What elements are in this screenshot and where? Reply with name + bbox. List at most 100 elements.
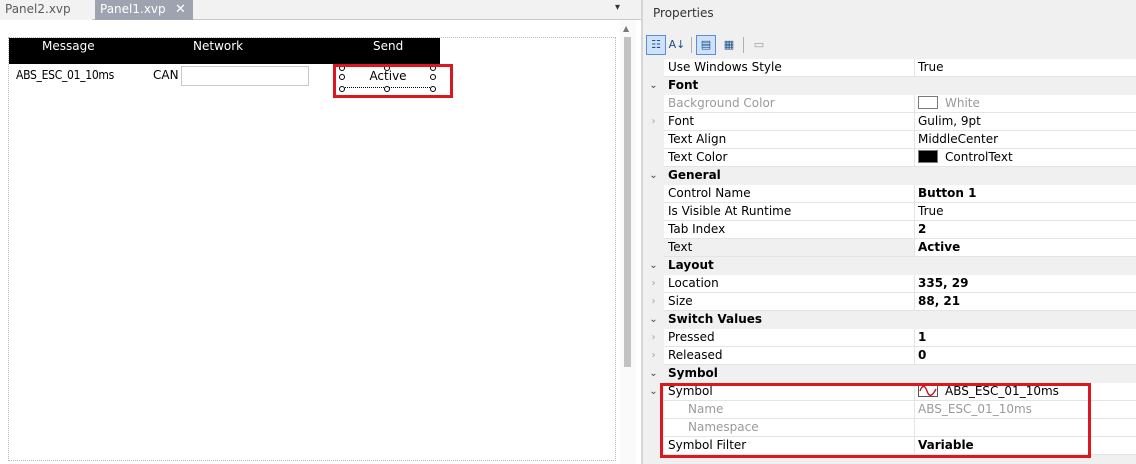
property-value[interactable]: Button 1 bbox=[915, 185, 1136, 203]
property-row-font[interactable]: › Font Gulim, 9pt bbox=[643, 113, 1136, 131]
property-name[interactable]: Text Color bbox=[664, 149, 915, 167]
expand-chevron-icon[interactable]: › bbox=[643, 347, 664, 365]
property-name[interactable]: Size bbox=[664, 293, 915, 311]
property-name[interactable]: Font bbox=[664, 113, 915, 131]
property-name[interactable]: Text Align bbox=[664, 131, 915, 149]
collapse-chevron-icon[interactable]: ⌄ bbox=[643, 257, 664, 275]
property-value-text: Gulim, 9pt bbox=[918, 114, 981, 128]
property-value-text: ControlText bbox=[945, 150, 1013, 164]
property-name[interactable]: Released bbox=[664, 347, 915, 365]
property-row-pressed[interactable]: › Pressed 1 bbox=[643, 329, 1136, 347]
property-row-use-windows-style[interactable]: Use Windows Style True bbox=[643, 59, 1136, 77]
tab-list-dropdown-icon[interactable]: ▾ bbox=[615, 2, 620, 13]
property-value[interactable]: 88, 21 bbox=[915, 293, 1136, 311]
vertical-scrollbar[interactable]: ▲ bbox=[620, 20, 636, 464]
highlight-box-symbol bbox=[660, 383, 1091, 458]
network-textbox[interactable] bbox=[181, 66, 309, 86]
property-row-released[interactable]: › Released 0 bbox=[643, 347, 1136, 365]
color-swatch bbox=[918, 96, 938, 109]
property-name[interactable]: Tab Index bbox=[664, 221, 915, 239]
header-network: Network bbox=[193, 39, 244, 53]
property-value-text: 335, 29 bbox=[918, 276, 969, 290]
expand-chevron-icon[interactable]: › bbox=[643, 329, 664, 347]
alphabetical-icon[interactable]: A↓ bbox=[667, 35, 687, 55]
property-name[interactable]: Background Color bbox=[664, 95, 915, 113]
row-gutter bbox=[643, 239, 664, 257]
property-value[interactable]: 2 bbox=[915, 221, 1136, 239]
category-general[interactable]: ⌄ General bbox=[643, 167, 1136, 185]
toolbar-separator bbox=[691, 37, 692, 53]
property-row-text-align[interactable]: Text Align MiddleCenter bbox=[643, 131, 1136, 149]
color-swatch bbox=[918, 150, 938, 163]
toolbar-separator bbox=[743, 37, 744, 53]
property-value-text: MiddleCenter bbox=[918, 132, 999, 146]
property-value[interactable]: Active bbox=[915, 239, 1136, 257]
property-value-text: Button 1 bbox=[918, 186, 977, 200]
property-value-text: True bbox=[918, 204, 944, 218]
expand-chevron-icon[interactable]: › bbox=[643, 293, 664, 311]
property-row-size[interactable]: › Size 88, 21 bbox=[643, 293, 1136, 311]
property-pages-icon[interactable]: ▭ bbox=[749, 35, 769, 55]
property-row-control-name[interactable]: Control Name Button 1 bbox=[643, 185, 1136, 203]
property-row-background-color[interactable]: Background Color White bbox=[643, 95, 1136, 113]
property-name[interactable]: Location bbox=[664, 275, 915, 293]
expand-chevron-icon[interactable]: › bbox=[643, 113, 664, 131]
category-label: Font bbox=[668, 78, 699, 92]
network-label[interactable]: CAN bbox=[153, 68, 179, 82]
property-row-is-visible-at-runtime[interactable]: Is Visible At Runtime True bbox=[643, 203, 1136, 221]
property-value[interactable]: 1 bbox=[915, 329, 1136, 347]
property-name[interactable]: Pressed bbox=[664, 329, 915, 347]
property-row-text-color[interactable]: Text Color ControlText bbox=[643, 149, 1136, 167]
category-label: Layout bbox=[668, 258, 714, 272]
row-gutter bbox=[643, 95, 664, 113]
category-font[interactable]: ⌄ Font bbox=[643, 77, 1136, 95]
property-row-location[interactable]: › Location 335, 29 bbox=[643, 275, 1136, 293]
property-value-text: True bbox=[918, 60, 944, 74]
property-value[interactable]: White bbox=[915, 95, 1136, 113]
property-value-text: 1 bbox=[918, 330, 927, 344]
property-name[interactable]: Control Name bbox=[664, 185, 915, 203]
collapse-chevron-icon[interactable]: ⌄ bbox=[643, 167, 664, 185]
property-value[interactable]: 0 bbox=[915, 347, 1136, 365]
property-value[interactable]: Gulim, 9pt bbox=[915, 113, 1136, 131]
property-row-tab-index[interactable]: Tab Index 2 bbox=[643, 221, 1136, 239]
property-name[interactable]: Text bbox=[664, 239, 915, 257]
row-gutter bbox=[643, 149, 664, 167]
expand-chevron-icon[interactable]: › bbox=[643, 275, 664, 293]
property-name[interactable]: Is Visible At Runtime bbox=[664, 203, 915, 221]
scrollbar-thumb[interactable] bbox=[624, 37, 631, 367]
table-header: Message Network Send bbox=[9, 38, 440, 64]
property-value-text: Active bbox=[918, 240, 961, 254]
categorized-icon[interactable]: ☷ bbox=[646, 35, 666, 55]
scroll-up-arrow-icon[interactable]: ▲ bbox=[623, 24, 629, 33]
tab-panel1[interactable]: Panel1.xvp ✕ bbox=[95, 0, 193, 20]
tab-panel2-label: Panel2.xvp bbox=[5, 2, 71, 16]
property-value-text: 88, 21 bbox=[918, 294, 961, 308]
property-value[interactable]: ControlText bbox=[915, 149, 1136, 167]
collapse-chevron-icon[interactable]: ⌄ bbox=[643, 77, 664, 95]
designer-pane: Panel2.xvp Panel1.xvp ✕ ▾ Message Network… bbox=[0, 0, 641, 464]
tab-panel2[interactable]: Panel2.xvp bbox=[0, 0, 92, 20]
property-value[interactable]: True bbox=[915, 59, 1136, 77]
category-switch-values[interactable]: ⌄ Switch Values bbox=[643, 311, 1136, 329]
category-layout[interactable]: ⌄ Layout bbox=[643, 257, 1136, 275]
category-symbol[interactable]: ⌄ Symbol bbox=[643, 365, 1136, 383]
property-value-text: 0 bbox=[918, 348, 927, 362]
message-label[interactable]: ABS_ESC_01_10ms bbox=[16, 68, 114, 82]
property-value[interactable]: 335, 29 bbox=[915, 275, 1136, 293]
row-gutter bbox=[643, 131, 664, 149]
properties-icon[interactable]: ▤ bbox=[696, 35, 716, 55]
property-value-text: 2 bbox=[918, 222, 927, 236]
close-icon[interactable]: ✕ bbox=[175, 0, 186, 19]
events-icon[interactable]: ▦ bbox=[719, 35, 739, 55]
property-name[interactable]: Use Windows Style bbox=[664, 59, 915, 77]
row-gutter bbox=[643, 221, 664, 239]
collapse-chevron-icon[interactable]: ⌄ bbox=[643, 311, 664, 329]
row-gutter bbox=[643, 203, 664, 221]
panel-canvas[interactable] bbox=[8, 37, 616, 461]
property-value[interactable]: True bbox=[915, 203, 1136, 221]
property-row-text[interactable]: Text Active bbox=[643, 239, 1136, 257]
property-value-text: White bbox=[945, 96, 980, 110]
property-value[interactable]: MiddleCenter bbox=[915, 131, 1136, 149]
collapse-chevron-icon[interactable]: ⌄ bbox=[643, 365, 664, 383]
